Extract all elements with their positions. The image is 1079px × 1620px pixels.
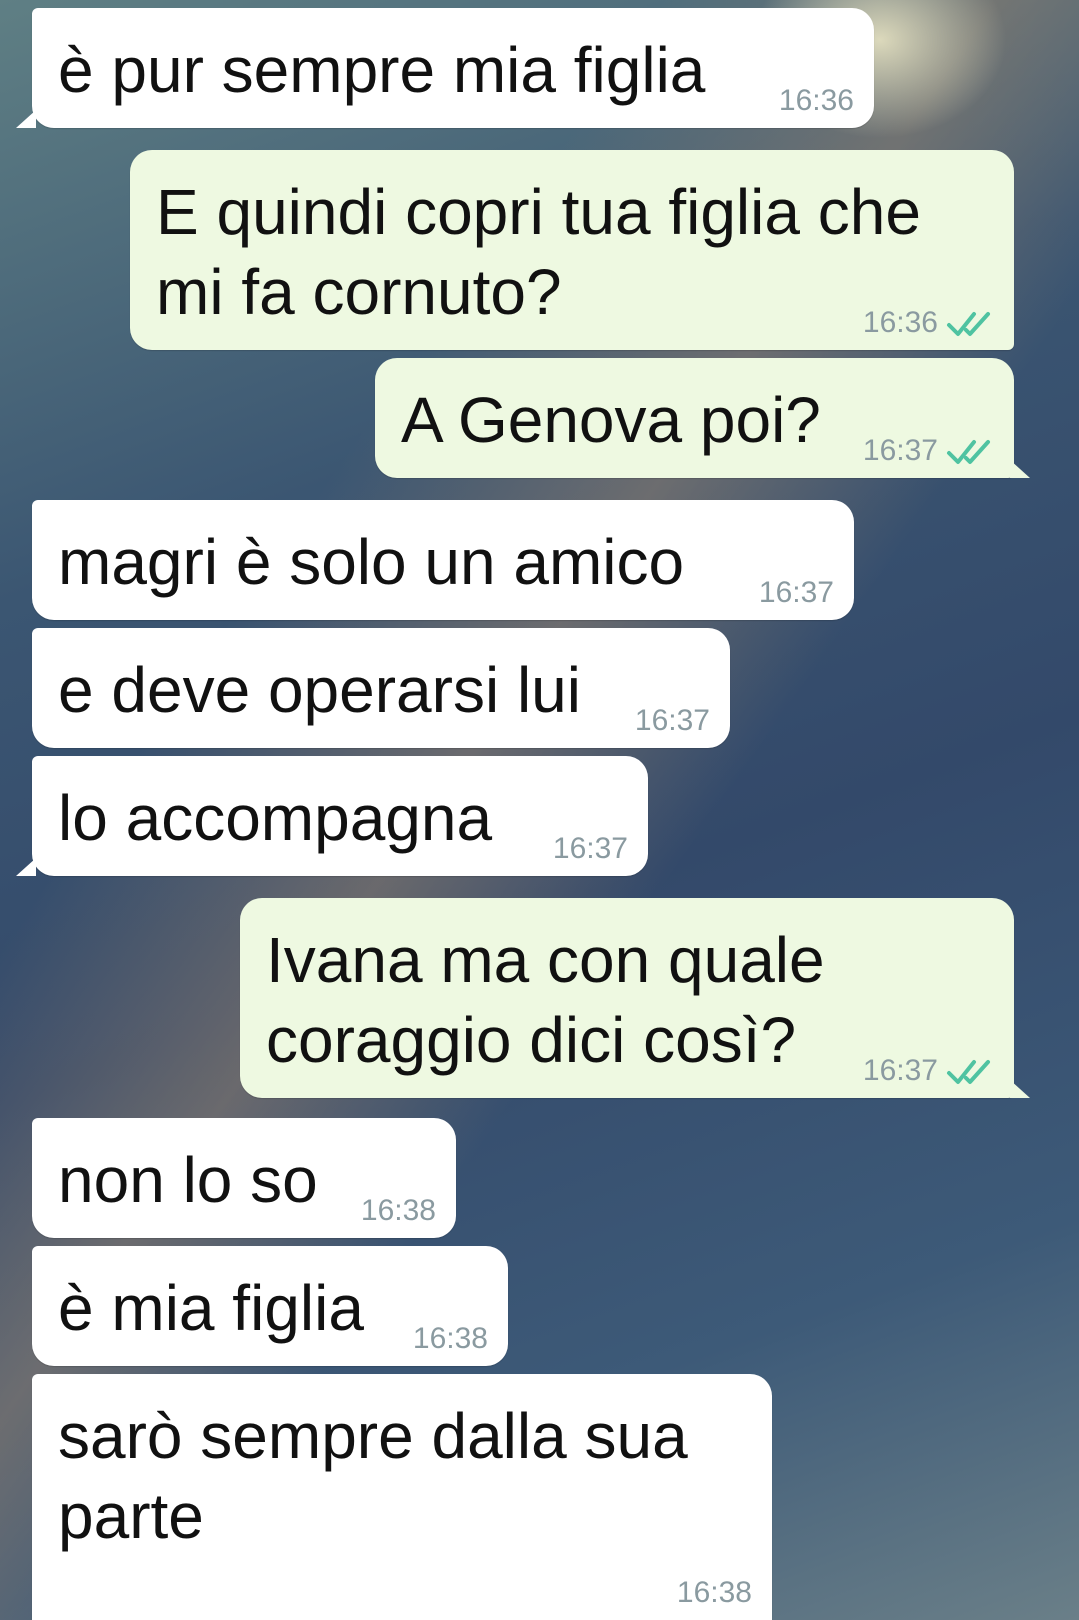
double-check-icon (947, 1060, 990, 1084)
message-bubble-outgoing[interactable]: Ivana ma con quale coraggio dici così? 1… (240, 898, 1030, 1098)
message-time: 16:38 (412, 1322, 488, 1355)
message-bubble-incoming[interactable]: è pur sempre mia figlia 16:36 (16, 8, 874, 128)
message-bubble-incoming[interactable]: è mia figlia 16:38 (32, 1246, 508, 1366)
message-meta: 16:36 (863, 306, 994, 340)
message-text: Ivana ma con quale coraggio dici così? (266, 924, 825, 1076)
message-time: 16:37 (862, 1054, 938, 1087)
message-time: 16:37 (552, 832, 628, 865)
message-meta: 16:37 (863, 1054, 994, 1088)
message-text: E quindi copri tua figlia che mi fa corn… (156, 176, 921, 328)
message-text: magri è solo un amico (58, 526, 685, 598)
message-bubble-incoming[interactable]: sarò sempre dalla sua parte 16:38 (32, 1374, 772, 1620)
message-text: non lo so (58, 1144, 318, 1216)
message-text: e deve operarsi lui (58, 654, 581, 726)
message-bubble-incoming[interactable]: non lo so 16:38 (32, 1118, 456, 1238)
message-text: è pur sempre mia figlia (58, 34, 706, 106)
message-time: 16:36 (778, 84, 854, 117)
message-meta: 16:38 (413, 1322, 488, 1356)
message-meta: 16:38 (677, 1576, 752, 1610)
message-bubble-incoming[interactable]: lo accompagna 16:37 (16, 756, 648, 876)
message-time: 16:37 (862, 434, 938, 467)
chat-message-list[interactable]: è pur sempre mia figlia 16:36 E quindi c… (0, 0, 1079, 1620)
message-text: A Genova poi? (401, 384, 821, 456)
message-time: 16:37 (634, 704, 710, 737)
message-meta: 16:37 (759, 576, 834, 610)
message-meta: 16:36 (779, 84, 854, 118)
message-bubble-outgoing[interactable]: E quindi copri tua figlia che mi fa corn… (130, 150, 1014, 350)
message-time: 16:38 (360, 1194, 436, 1227)
message-text: è mia figlia (58, 1272, 364, 1344)
message-meta: 16:37 (553, 832, 628, 866)
double-check-icon (947, 440, 990, 464)
message-time: 16:38 (676, 1576, 752, 1609)
message-bubble-outgoing[interactable]: A Genova poi? 16:37 (375, 358, 1030, 478)
message-time: 16:37 (758, 576, 834, 609)
message-meta: 16:37 (863, 434, 994, 468)
message-bubble-incoming[interactable]: e deve operarsi lui 16:37 (32, 628, 730, 748)
message-bubble-incoming[interactable]: magri è solo un amico 16:37 (32, 500, 854, 620)
double-check-icon (947, 312, 990, 336)
message-text: lo accompagna (58, 782, 493, 854)
message-meta: 16:38 (361, 1194, 436, 1228)
message-meta: 16:37 (635, 704, 710, 738)
message-text: sarò sempre dalla sua parte (58, 1400, 688, 1552)
message-time: 16:36 (862, 306, 938, 339)
